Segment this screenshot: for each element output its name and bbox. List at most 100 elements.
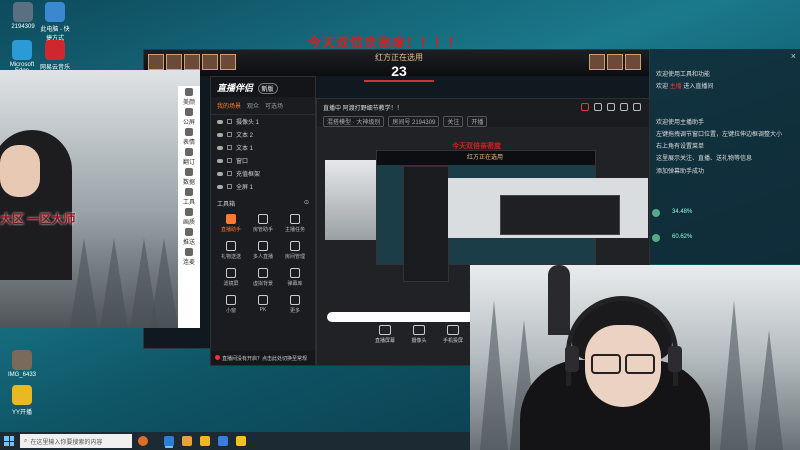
tool-button[interactable]: 小窗: [215, 295, 247, 314]
source-item[interactable]: 窗口: [211, 154, 315, 167]
tool-icon: [290, 241, 300, 251]
lock-icon[interactable]: [227, 184, 232, 189]
desktop-icon[interactable]: 此电脑 - 快 捷方式: [35, 2, 75, 42]
taskbar: ⌕ 在这里输入你要搜索的内容: [0, 432, 470, 450]
source-item[interactable]: 文本 1: [211, 141, 315, 154]
scene-tabs: 我的场景 观众 可选场: [211, 97, 315, 115]
tool-button[interactable]: 滤镜屏: [215, 268, 247, 287]
sidebar-tool[interactable]: 美颜: [178, 86, 200, 106]
tool-button[interactable]: 房管助手: [247, 214, 279, 233]
eye-icon[interactable]: [217, 132, 223, 137]
tool-label: 礼物送送: [220, 254, 241, 260]
room-info-chip[interactable]: 开播: [467, 116, 488, 127]
lock-icon[interactable]: [594, 103, 602, 111]
action-icon: [379, 325, 391, 335]
left-tool-sidebar: 美颜公屏 表情翻订 数据 工具 画质 推送 连麦: [178, 86, 200, 328]
taskbar-app-icon[interactable]: [200, 436, 210, 446]
source-item[interactable]: 摄像头 1: [211, 115, 315, 128]
preview-toolbar: [581, 103, 641, 111]
version-badge[interactable]: 新版: [257, 83, 278, 94]
lock-icon[interactable]: [227, 145, 232, 150]
sidebar-tool[interactable]: 连麦: [178, 246, 200, 266]
chat-line: 左键拖拽调节窗口位置，左键拉伸边框调整大小: [656, 132, 783, 139]
eye-icon[interactable]: [217, 119, 223, 124]
room-info-chip[interactable]: 房间号 2194309: [388, 116, 440, 127]
eye-icon[interactable]: [217, 145, 223, 150]
champion-portrait-icon: [607, 54, 623, 70]
preview-action-button[interactable]: 直播屏幕: [373, 325, 397, 344]
taskbar-app-icon[interactable]: [218, 436, 228, 446]
mode-notice[interactable]: 直播间没有开启？点击此处切换至常规: [211, 351, 315, 365]
tool-icon: [185, 88, 193, 96]
preview-action-button[interactable]: 摄像头: [407, 325, 431, 344]
taskbar-app-icon[interactable]: [182, 436, 192, 446]
tool-icon: [226, 295, 236, 305]
sidebar-tool[interactable]: 公屏: [178, 106, 200, 126]
tool-button[interactable]: 房间管理: [279, 241, 311, 260]
champion-portrait-icon: [625, 54, 641, 70]
pick-phase-indicator: 红方正在选用 23: [354, 52, 444, 82]
desktop-icon[interactable]: IMG_6433: [2, 350, 42, 378]
tool-button[interactable]: 礼物送送: [215, 241, 247, 260]
tool-label: 虚拟背景: [252, 281, 273, 287]
action-label: 手机投屏: [442, 338, 463, 344]
source-item[interactable]: 全屏 1: [211, 180, 315, 193]
share-icon[interactable]: [633, 103, 641, 111]
preview-action-button[interactable]: 手机投屏: [441, 325, 465, 344]
room-info-chip[interactable]: 混搭模型 · 大神级别: [323, 116, 385, 127]
tool-button[interactable]: 直播助手: [215, 214, 247, 233]
lock-icon[interactable]: [227, 119, 232, 124]
rank-caption: 大区 一区大师: [0, 212, 76, 226]
scene-tab[interactable]: 我的场景: [217, 101, 241, 110]
settings-icon[interactable]: [607, 103, 615, 111]
eye-icon[interactable]: [217, 184, 223, 189]
tool-button[interactable]: 多人直播: [247, 241, 279, 260]
scene-tab[interactable]: 可选场: [265, 101, 283, 110]
tool-button[interactable]: 主播任务: [279, 214, 311, 233]
lock-icon[interactable]: [227, 171, 232, 176]
chat-line: 这里展示关注、直播、送礼物等信息: [656, 156, 753, 163]
more-icon[interactable]: ⊙: [304, 199, 309, 208]
tool-icon: [185, 188, 193, 196]
tool-icon: [185, 148, 193, 156]
taskbar-app-icon[interactable]: [164, 436, 174, 446]
source-item[interactable]: 文本 2: [211, 128, 315, 141]
sidebar-tool-label: 公屏: [182, 120, 195, 126]
tool-button[interactable]: 更多: [279, 295, 311, 314]
windows-start-icon[interactable]: [4, 436, 14, 446]
lock-icon[interactable]: [227, 158, 232, 163]
bell-icon[interactable]: [620, 103, 628, 111]
headset-cup-left: [565, 346, 579, 372]
eye-icon[interactable]: [217, 158, 223, 163]
source-label: 摄像头 1: [236, 120, 260, 126]
nested-preview: [500, 195, 620, 235]
sidebar-tool-label: 翻订: [182, 160, 195, 166]
desktop-icon[interactable]: YY开播: [2, 385, 42, 416]
sidebar-tool[interactable]: 推送: [178, 226, 200, 246]
tool-button[interactable]: 虚拟背景: [247, 268, 279, 287]
taskbar-search-input[interactable]: ⌕ 在这里输入你要搜索的内容: [20, 434, 132, 448]
champion-portrait-icon: [589, 54, 605, 70]
taskbar-app-icon[interactable]: [236, 436, 246, 446]
close-icon[interactable]: ×: [791, 51, 796, 61]
sidebar-tool[interactable]: 工具: [178, 186, 200, 206]
sidebar-tool[interactable]: 表情: [178, 126, 200, 146]
source-label: 全屏 1: [236, 185, 254, 191]
room-info-chip[interactable]: 关注: [443, 116, 464, 127]
sidebar-tool[interactable]: 画质: [178, 206, 200, 226]
app-icon: [12, 40, 32, 60]
sidebar-tool[interactable]: 翻订: [178, 146, 200, 166]
sidebar-tool[interactable]: 数据: [178, 166, 200, 186]
tool-button[interactable]: 弹幕库: [279, 268, 311, 287]
source-item[interactable]: 充值框架: [211, 167, 315, 180]
chat-line: 欢迎 主播 进入直播间: [656, 84, 714, 91]
webcam-preview-left: 大区 一区大师: [0, 70, 200, 328]
eye-icon[interactable]: [217, 171, 223, 176]
desktop-icon[interactable]: 网易云音乐: [35, 40, 75, 71]
lock-icon[interactable]: [227, 132, 232, 137]
gift-icon[interactable]: [581, 103, 589, 111]
tool-button[interactable]: PK: [247, 295, 279, 314]
toolbox-title: 工具箱: [217, 202, 236, 208]
scene-tab[interactable]: 观众: [247, 101, 259, 110]
assistant-orb-icon[interactable]: [138, 436, 148, 446]
